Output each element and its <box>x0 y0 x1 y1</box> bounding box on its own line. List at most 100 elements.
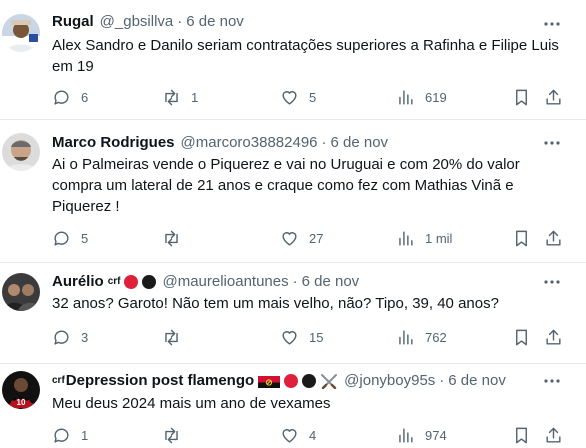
share-button[interactable] <box>544 86 563 108</box>
bookmark-icon <box>512 229 531 248</box>
author-name[interactable]: Rugal <box>52 12 94 32</box>
views-icon <box>396 229 415 248</box>
tweet-text: Ai o Palmeiras vende o Piquerez e vai no… <box>52 156 520 215</box>
like-icon <box>280 328 299 347</box>
share-icon <box>544 229 563 248</box>
bookmark-button[interactable] <box>512 86 531 108</box>
more-icon[interactable] <box>542 272 562 292</box>
tweet-text: 32 anos? Garoto! Não tem um mais velho, … <box>52 295 499 312</box>
separator: · <box>177 13 183 30</box>
tweet-text: Alex Sandro e Danilo seriam contratações… <box>52 37 559 75</box>
like-count: 5 <box>309 89 317 105</box>
share-icon <box>544 88 563 107</box>
view-count: 974 <box>425 427 447 443</box>
like-icon <box>280 229 299 248</box>
avatar[interactable] <box>2 273 40 311</box>
more-icon[interactable] <box>542 14 562 34</box>
author-handle[interactable]: @maurelioantunes <box>162 272 288 292</box>
like-count: 27 <box>309 230 324 246</box>
reply-count: 3 <box>81 329 89 345</box>
post-date[interactable]: 6 de nov <box>448 371 506 391</box>
views-icon <box>396 426 415 445</box>
more-icon[interactable] <box>542 133 562 153</box>
reply-button[interactable]: 3 <box>52 326 88 348</box>
views-button[interactable]: 974 <box>396 424 447 446</box>
bookmark-button[interactable] <box>512 424 531 446</box>
separator: · <box>321 134 327 151</box>
swords-emoji-icon <box>320 373 338 390</box>
black-circle-emoji-icon <box>302 374 317 388</box>
views-button[interactable]: 762 <box>396 326 447 348</box>
reply-icon <box>52 328 71 347</box>
retweet-button[interactable]: 1 <box>162 86 198 108</box>
svg-text:10: 10 <box>17 398 26 407</box>
angola-flag-icon <box>258 375 281 388</box>
retweet-button[interactable] <box>162 227 191 249</box>
bookmark-button[interactable] <box>512 326 531 348</box>
post-date[interactable]: 6 de nov <box>186 12 244 32</box>
black-circle-emoji-icon <box>142 275 157 289</box>
reply-button[interactable]: 6 <box>52 86 88 108</box>
view-count: 619 <box>425 89 447 105</box>
tweet-header: Aurélio crf @maurelioantunes · 6 de nov <box>52 272 359 292</box>
share-button[interactable] <box>544 227 563 249</box>
author-name[interactable]: Aurélio <box>52 272 104 292</box>
tweet-actions: 5 27 1 mil <box>52 227 572 251</box>
like-icon <box>280 426 299 445</box>
tweet-actions: 6 1 5 619 <box>52 86 572 110</box>
view-count: 1 mil <box>425 230 453 246</box>
tweet-actions: 1 4 974 <box>52 424 572 448</box>
tweet[interactable]: Aurélio crf @maurelioantunes · 6 de nov … <box>0 264 586 364</box>
retweet-button[interactable] <box>162 424 191 446</box>
retweet-count: 1 <box>191 89 199 105</box>
author-name[interactable]: Depression post flamengo <box>66 371 254 391</box>
author-handle[interactable]: @_gbsillva <box>100 12 174 32</box>
like-icon <box>280 88 299 107</box>
more-icon[interactable] <box>542 371 562 391</box>
like-button[interactable]: 27 <box>280 227 323 249</box>
bookmark-icon <box>512 426 531 445</box>
view-count: 762 <box>425 329 447 345</box>
like-button[interactable]: 4 <box>280 424 316 446</box>
like-count: 15 <box>309 329 324 345</box>
reply-icon <box>52 88 71 107</box>
share-button[interactable] <box>544 326 563 348</box>
retweet-icon <box>162 88 181 107</box>
like-button[interactable]: 5 <box>280 86 316 108</box>
views-icon <box>396 88 415 107</box>
name-superscript: crf <box>107 276 121 287</box>
views-icon <box>396 328 415 347</box>
retweet-icon <box>162 229 181 248</box>
avatar[interactable] <box>2 14 40 52</box>
author-name[interactable]: Marco Rodrigues <box>52 133 175 153</box>
share-icon <box>544 426 563 445</box>
share-button[interactable] <box>544 424 563 446</box>
reply-count: 5 <box>81 230 89 246</box>
views-button[interactable]: 1 mil <box>396 227 452 249</box>
like-button[interactable]: 15 <box>280 326 323 348</box>
retweet-icon <box>162 328 181 347</box>
tweet[interactable]: Rugal @_gbsillva · 6 de nov Alex Sandro … <box>0 0 586 120</box>
reply-button[interactable]: 5 <box>52 227 88 249</box>
tweet-text: Meu deus 2024 mais um ano de vexames <box>52 395 331 412</box>
reply-button[interactable]: 1 <box>52 424 88 446</box>
tweet[interactable]: 10 crf Depression post flamengo @jonyboy… <box>0 365 586 448</box>
tweet[interactable]: Marco Rodrigues @marcoro38882496 · 6 de … <box>0 121 586 263</box>
reply-icon <box>52 426 71 445</box>
separator: · <box>292 273 298 290</box>
views-button[interactable]: 619 <box>396 86 447 108</box>
like-count: 4 <box>309 427 317 443</box>
author-handle[interactable]: @jonyboy95s <box>344 371 435 391</box>
bookmark-icon <box>512 328 531 347</box>
author-handle[interactable]: @marcoro38882496 <box>181 133 318 153</box>
bookmark-button[interactable] <box>512 227 531 249</box>
bookmark-icon <box>512 88 531 107</box>
retweet-button[interactable] <box>162 326 191 348</box>
reply-icon <box>52 229 71 248</box>
post-date[interactable]: 6 de nov <box>331 133 389 153</box>
post-date[interactable]: 6 de nov <box>302 272 360 292</box>
avatar[interactable]: 10 <box>2 371 40 409</box>
red-circle-emoji-icon <box>124 275 139 289</box>
name-superscript: crf <box>52 375 65 386</box>
avatar[interactable] <box>2 133 40 171</box>
